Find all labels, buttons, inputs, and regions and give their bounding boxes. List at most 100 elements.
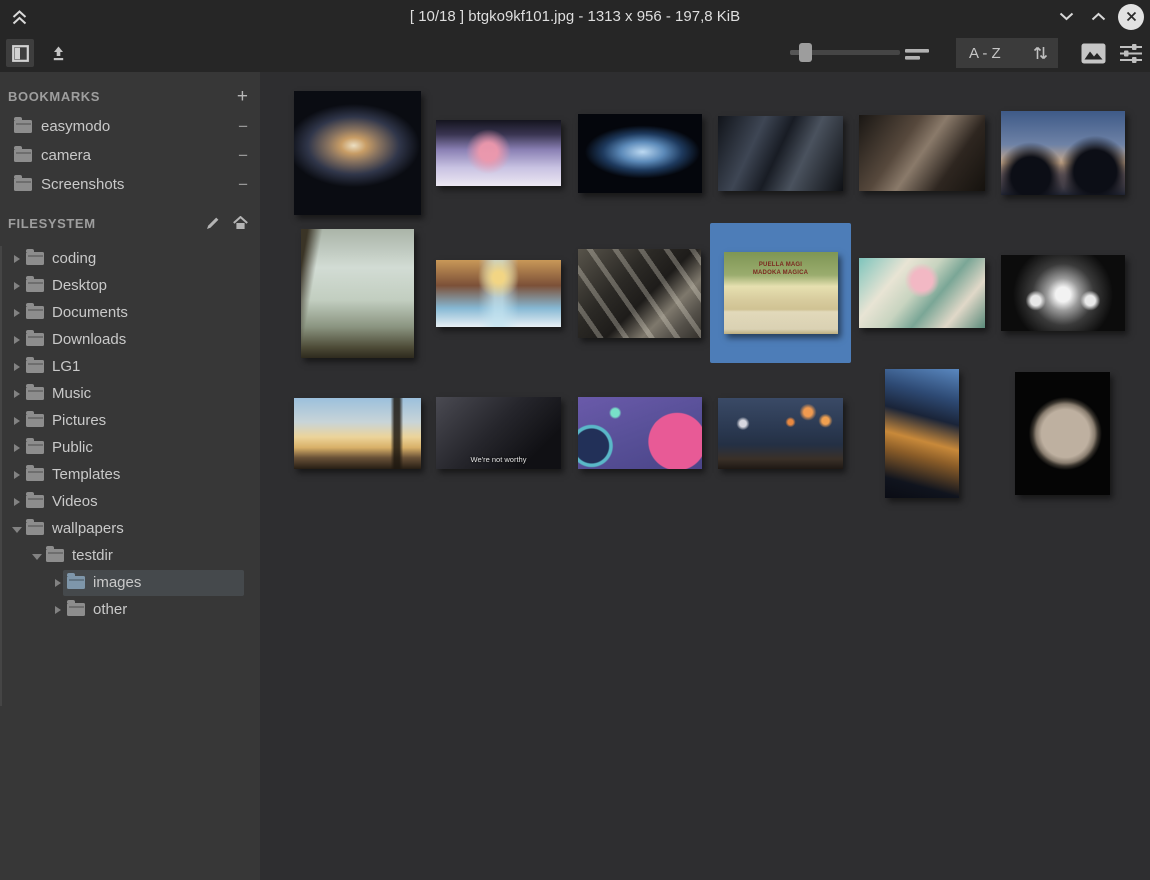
- filesystem-item-coding[interactable]: coding: [0, 245, 260, 272]
- folder-label: other: [93, 601, 127, 618]
- thumbnail-warrior-sky-lanterns[interactable]: [718, 398, 843, 469]
- tree-scrollbar[interactable]: [0, 246, 2, 706]
- thumbnail-cell[interactable]: [428, 83, 569, 223]
- thumbnail-cell[interactable]: [710, 83, 851, 223]
- folder-icon: [26, 441, 44, 454]
- filesystem-item-Documents[interactable]: Documents: [0, 299, 260, 326]
- thumbnail-view: PUELLA MAGI MADOKA MAGICA We're not worth…: [260, 72, 1150, 880]
- thumbnail-pink-haired-girl-field[interactable]: [436, 120, 561, 186]
- thumbnail-cell[interactable]: [710, 363, 851, 503]
- collapse-arrow-icon[interactable]: [32, 551, 42, 560]
- settings-button[interactable]: [1118, 42, 1144, 64]
- home-button[interactable]: [233, 216, 248, 230]
- remove-bookmark-button[interactable]: −: [238, 117, 248, 137]
- thumbnail-cell[interactable]: [992, 363, 1133, 503]
- expand-arrow-icon[interactable]: [12, 471, 22, 479]
- thumbnail-touhou-silhouettes-sunset[interactable]: [1001, 111, 1125, 195]
- expand-arrow-icon[interactable]: [12, 336, 22, 344]
- remove-bookmark-button[interactable]: −: [238, 175, 248, 195]
- slider-handle[interactable]: [799, 43, 812, 62]
- filesystem-item-Public[interactable]: Public: [0, 434, 260, 461]
- thumbnail-cell[interactable]: [287, 363, 428, 503]
- thumbnail-cell[interactable]: [992, 83, 1133, 223]
- folder-label: wallpapers: [52, 520, 124, 537]
- filesystem-item-wallpapers[interactable]: wallpapers: [0, 515, 260, 542]
- thumbnail-waning-moon[interactable]: [1015, 372, 1110, 495]
- thumbnail-cell[interactable]: [851, 83, 992, 223]
- thumbnail-cell[interactable]: [851, 223, 992, 363]
- thumbnail-size-slider[interactable]: [790, 50, 900, 55]
- remove-bookmark-button[interactable]: −: [238, 146, 248, 166]
- thumbnail-cell[interactable]: [851, 363, 992, 503]
- expand-arrow-icon[interactable]: [53, 606, 63, 614]
- bookmark-label: camera: [41, 147, 238, 164]
- eject-open-icon: [50, 45, 67, 62]
- thumbnail-abbey-road-parody[interactable]: PUELLA MAGI MADOKA MAGICA: [724, 252, 838, 334]
- thumbnail-spaceship-dock[interactable]: [859, 115, 985, 191]
- filesystem-item-testdir[interactable]: testdir: [0, 542, 260, 569]
- filesystem-item-other[interactable]: other: [0, 596, 260, 623]
- thumbnail-cell-selected[interactable]: PUELLA MAGI MADOKA MAGICA: [710, 223, 851, 363]
- filesystem-item-Music[interactable]: Music: [0, 380, 260, 407]
- thumbnail-andromeda-galaxy[interactable]: [294, 91, 421, 215]
- bookmark-item-camera[interactable]: camera−: [0, 141, 260, 170]
- expand-arrow-icon[interactable]: [12, 282, 22, 290]
- folder-icon: [26, 252, 44, 265]
- bookmark-item-easymodo[interactable]: easymodo−: [0, 112, 260, 141]
- thumbnail-space-station-interior[interactable]: [718, 116, 843, 191]
- thumbnail-powerlines-sunset[interactable]: [294, 398, 421, 469]
- add-bookmark-button[interactable]: +: [237, 87, 248, 106]
- expand-arrow-icon[interactable]: [12, 498, 22, 506]
- thumbnail-colorful-doodle-girl[interactable]: [859, 258, 985, 328]
- expand-arrow-icon[interactable]: [53, 579, 63, 587]
- thumbnail-waterfall-painting[interactable]: [301, 229, 414, 358]
- filesystem-item-LG1[interactable]: LG1: [0, 353, 260, 380]
- expand-arrow-icon[interactable]: [12, 417, 22, 425]
- expand-arrow-icon[interactable]: [12, 444, 22, 452]
- minimize-button[interactable]: [1054, 5, 1078, 29]
- thumbnail-cell[interactable]: [569, 363, 710, 503]
- edit-path-button[interactable]: [206, 216, 220, 230]
- thumbnail-cell[interactable]: [992, 223, 1133, 363]
- thumbnail-snowy-forest-path[interactable]: [436, 260, 561, 327]
- filesystem-item-Downloads[interactable]: Downloads: [0, 326, 260, 353]
- open-folder-up-button[interactable]: [46, 40, 70, 66]
- expand-arrow-icon[interactable]: [12, 390, 22, 398]
- filesystem-item-Pictures[interactable]: Pictures: [0, 407, 260, 434]
- thumbnail-dark-anime-knight[interactable]: [578, 249, 701, 338]
- thumbnail-were-not-worthy-still[interactable]: We're not worthy: [436, 397, 561, 469]
- double-chevron-up-icon[interactable]: [8, 6, 30, 28]
- image-view-button[interactable]: [1079, 41, 1107, 65]
- folder-icon: [14, 120, 32, 133]
- sort-order-dropdown[interactable]: A - Z: [956, 38, 1058, 68]
- expand-arrow-icon[interactable]: [12, 255, 22, 263]
- thumbnail-monochrome-anime-city[interactable]: [1001, 255, 1125, 331]
- thumbnail-nebula-portrait[interactable]: [885, 369, 959, 498]
- sort-order-label: A - Z: [969, 45, 1033, 62]
- thumbnail-cell[interactable]: [569, 83, 710, 223]
- thumbnail-cell[interactable]: We're not worthy: [428, 363, 569, 503]
- thumbnail-cell[interactable]: [287, 83, 428, 223]
- sidebar-toggle-button[interactable]: [6, 39, 34, 67]
- filesystem-item-images[interactable]: images: [0, 569, 260, 596]
- settings-sliders-icon: [1120, 44, 1142, 63]
- expand-arrow-icon[interactable]: [12, 363, 22, 371]
- filesystem-item-Templates[interactable]: Templates: [0, 461, 260, 488]
- collapse-arrow-icon[interactable]: [12, 524, 22, 533]
- home-icon: [233, 216, 248, 230]
- thumbnail-cell[interactable]: [428, 223, 569, 363]
- folder-label: Documents: [52, 304, 128, 321]
- thumbnail-flat-space-illustration[interactable]: [578, 397, 702, 469]
- folder-label: Videos: [52, 493, 98, 510]
- filesystem-item-Desktop[interactable]: Desktop: [0, 272, 260, 299]
- bookmark-item-Screenshots[interactable]: Screenshots−: [0, 170, 260, 199]
- close-button[interactable]: [1118, 4, 1144, 30]
- bookmarks-header: BOOKMARKS +: [8, 82, 248, 110]
- thumbnail-blue-light-waves[interactable]: [578, 114, 702, 193]
- thumbnail-cell[interactable]: [569, 223, 710, 363]
- thumbnail-cell[interactable]: [287, 223, 428, 363]
- expand-arrow-icon[interactable]: [12, 309, 22, 317]
- maximize-button[interactable]: [1086, 5, 1110, 29]
- filesystem-item-Videos[interactable]: Videos: [0, 488, 260, 515]
- sort-lines-button[interactable]: [903, 43, 931, 63]
